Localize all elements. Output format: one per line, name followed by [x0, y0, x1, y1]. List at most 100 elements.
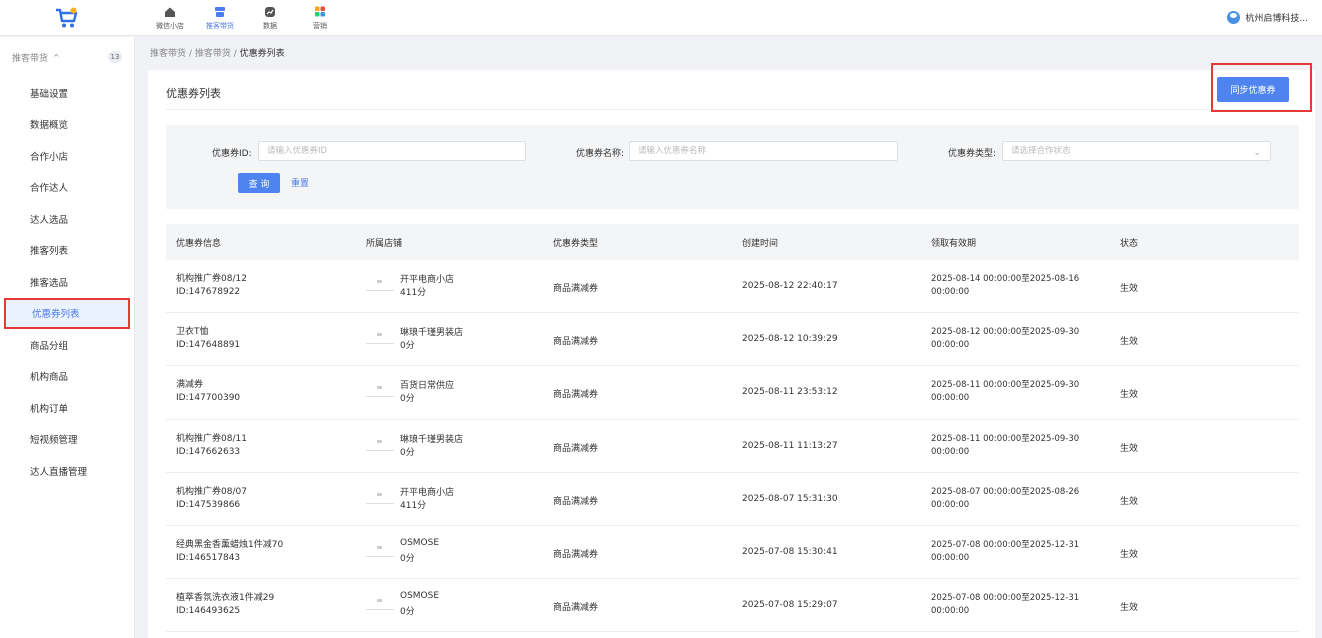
- valid-period: 2025-08-07 00:00:00至2025-08-26 00:00:00: [931, 486, 1096, 512]
- sidebar-item-promoter-selection[interactable]: 推客选品: [0, 266, 134, 298]
- sidebar-item-coupon-list[interactable]: 优惠券列表: [4, 297, 130, 329]
- table-row[interactable]: 满减券 ID:147700390 百货日常供应 0分 商品满减券 2025-08-1…: [166, 366, 1299, 420]
- sidebar-item-influencer-selection[interactable]: 达人选品: [0, 203, 134, 235]
- shop-name: OSMOSE: [400, 538, 440, 548]
- valid-period-line: 2025-08-07 00:00:00至2025-08-26: [931, 486, 1080, 497]
- chevron-down-icon: ⌄: [1253, 148, 1261, 158]
- sidebar-item-label: 推客选品: [30, 277, 69, 289]
- column-header: 优惠券类型: [553, 239, 599, 249]
- coupon-name: 机构推广券08/11: [176, 433, 247, 444]
- topnav-item-shop[interactable]: 微信小店: [145, 4, 195, 34]
- coupon-info: 卫衣T恤 ID:147648891: [176, 326, 240, 352]
- valid-period-line: 2025-08-12 00:00:00至2025-09-30: [931, 327, 1080, 338]
- coupon-name: 卫衣T恤: [176, 327, 209, 338]
- shop-score: 0分: [400, 341, 415, 352]
- home-icon: [165, 7, 175, 17]
- shop-name: 开平电商小店: [400, 487, 455, 498]
- breadcrumb-item[interactable]: 推客带货: [150, 49, 186, 59]
- coupon-info: 机构推广券08/12 ID:147678922: [176, 273, 247, 299]
- sidebar-item-live-management[interactable]: 达人直播管理: [0, 455, 134, 487]
- status-text: 生效: [1120, 443, 1139, 454]
- company-menu[interactable]: 杭州启博科技...: [1227, 11, 1308, 24]
- divider: [166, 109, 1297, 110]
- sidebar-item-partner-shops[interactable]: 合作小店: [0, 140, 134, 172]
- coupon-info: 机构推广券08/11 ID:147662633: [176, 433, 247, 459]
- sidebar-item-promoter-list[interactable]: 推客列表: [0, 235, 134, 267]
- table-row[interactable]: 机构推广券08/12 ID:147678922 开平电商小店 411分 商品满减券 …: [166, 260, 1299, 314]
- valid-period: 2025-07-08 00:00:00至2025-12-31 00:00:00: [931, 592, 1096, 618]
- coupon-id: ID:147539866: [176, 499, 241, 510]
- breadcrumb-separator: /: [188, 49, 192, 59]
- status-text: 生效: [1120, 550, 1139, 560]
- query-button[interactable]: 查 询: [238, 173, 280, 193]
- sidebar-item-data-overview[interactable]: 数据概览: [0, 109, 134, 141]
- table-header: 优惠券信息 所属店铺 优惠券类型 创建时间 领取有效期 状态: [166, 224, 1299, 260]
- sidebar-item-basic-settings[interactable]: 基础设置: [0, 77, 134, 109]
- sidebar-item-label: 商品分组: [30, 340, 69, 352]
- breadcrumb-separator: /: [233, 49, 237, 59]
- sidebar: 推客带货 ^ 13 基础设置 数据概览 合作小店 合作达人 达人选品 推客列表 …: [0, 37, 135, 638]
- sidebar-item-product-groups[interactable]: 商品分组: [0, 329, 134, 361]
- coupon-type: 商品满减券: [553, 443, 599, 454]
- valid-period-line: 00:00:00: [931, 287, 970, 297]
- coupon-name: 植萃香氛洗衣液1件减29: [176, 593, 275, 604]
- valid-period-line: 2025-08-11 00:00:00至2025-09-30: [931, 380, 1080, 391]
- sidebar-group[interactable]: 推客带货 ^ 13: [0, 37, 134, 77]
- breadcrumb-item[interactable]: 推客带货: [195, 49, 231, 59]
- table-row[interactable]: 卫衣T恤 ID:147648891 琳琅千瑾男装店 0分 商品满减券 2025-08…: [166, 313, 1299, 367]
- created-time: 2025-08-11 23:53:12: [742, 387, 838, 398]
- status-text: 生效: [1120, 496, 1139, 507]
- coupon-type: 商品满减券: [553, 390, 599, 401]
- shop-logo-icon: [366, 278, 394, 294]
- coupon-id: ID:147662633: [176, 446, 241, 457]
- coupon-name-input[interactable]: 请输入优惠券名称: [629, 141, 898, 161]
- coupon-name: 满减券: [176, 380, 204, 391]
- filter-panel: 优惠券ID: 请输入优惠券ID 优惠券名称: 请输入优惠券名称 优惠券类型: 请…: [166, 125, 1299, 209]
- table-row[interactable]: 机构推广券08/07 ID:147539866 开平电商小店 411分 商品满减券 …: [166, 473, 1299, 526]
- coupon-id-label: 优惠券ID:: [212, 149, 252, 159]
- company-name: 杭州启博科技...: [1245, 14, 1308, 24]
- topnav-label: 数据: [263, 22, 277, 30]
- coupon-id: ID:147648891: [176, 340, 241, 351]
- shop-name: 百货日常供应: [400, 381, 455, 392]
- coupon-type-select[interactable]: 请选择合作状态 ⌄: [1002, 141, 1271, 161]
- shop-logo-icon: [366, 438, 394, 454]
- reset-button[interactable]: 重置: [291, 176, 309, 189]
- coupon-name: 机构推广券08/07: [176, 486, 247, 497]
- topnav-item-data[interactable]: 数据: [245, 4, 295, 34]
- table-row[interactable]: 机构推广券08/11 ID:147662633 琳琅千瑾男装店 0分 商品满减券 2…: [166, 420, 1299, 473]
- topnav-label: 营销: [313, 22, 327, 30]
- valid-period: 2025-08-14 00:00:00至2025-08-16 00:00:00: [931, 273, 1096, 299]
- coupon-type-placeholder: 请选择合作状态: [1011, 146, 1071, 156]
- sidebar-item-agency-orders[interactable]: 机构订单: [0, 392, 134, 424]
- column-header: 状态: [1120, 239, 1139, 249]
- sidebar-item-label: 机构商品: [30, 372, 69, 384]
- column-header: 优惠券信息: [176, 239, 222, 249]
- table-row[interactable]: 经典黑金香薰蜡烛1件减70 ID:146517843 OSMOSE 0分 商品满减券…: [166, 526, 1299, 580]
- shop-name: 开平电商小店: [400, 275, 455, 285]
- valid-period: 2025-08-11 00:00:00至2025-09-30 00:00:00: [931, 433, 1096, 459]
- coupon-list-card: 优惠券列表 同步优惠券 优惠券ID: 请输入优惠券ID 优惠券名称: 请输入优惠…: [148, 63, 1315, 638]
- topnav-item-promo[interactable]: 推客带货: [195, 4, 245, 34]
- coupon-type: 商品满减券: [553, 603, 599, 614]
- column-header: 所属店铺: [366, 239, 403, 249]
- coupon-id-input[interactable]: 请输入优惠券ID: [258, 141, 526, 161]
- shop-score: 0分: [400, 447, 415, 458]
- sync-coupons-button[interactable]: 同步优惠券: [1217, 77, 1289, 102]
- shop-logo-icon: [366, 331, 394, 347]
- chevron-up-icon: ^: [53, 52, 60, 62]
- status-text: 生效: [1120, 603, 1139, 614]
- breadcrumb: 推客带货 / 推客带货 / 优惠券列表: [150, 46, 285, 59]
- valid-period: 2025-08-12 00:00:00至2025-09-30 00:00:00: [931, 326, 1096, 352]
- sidebar-item-label: 合作达人: [30, 183, 69, 195]
- sidebar-item-short-video[interactable]: 短视频管理: [0, 424, 134, 456]
- coupon-name: 机构推广券08/12: [176, 274, 247, 284]
- topnav-item-marketing[interactable]: 营销: [295, 4, 345, 34]
- sidebar-item-agency-products[interactable]: 机构商品: [0, 361, 134, 393]
- breadcrumb-current: 优惠券列表: [239, 49, 285, 59]
- avatar: [1227, 11, 1241, 24]
- status-text: 生效: [1120, 337, 1139, 348]
- table-row[interactable]: 植萃香氛洗衣液1件减29 ID:146493625 OSMOSE 0分 商品满减券 …: [166, 579, 1299, 633]
- sidebar-item-partner-influencers[interactable]: 合作达人: [0, 172, 134, 204]
- valid-period-line: 2025-08-14 00:00:00至2025-08-16: [931, 274, 1080, 284]
